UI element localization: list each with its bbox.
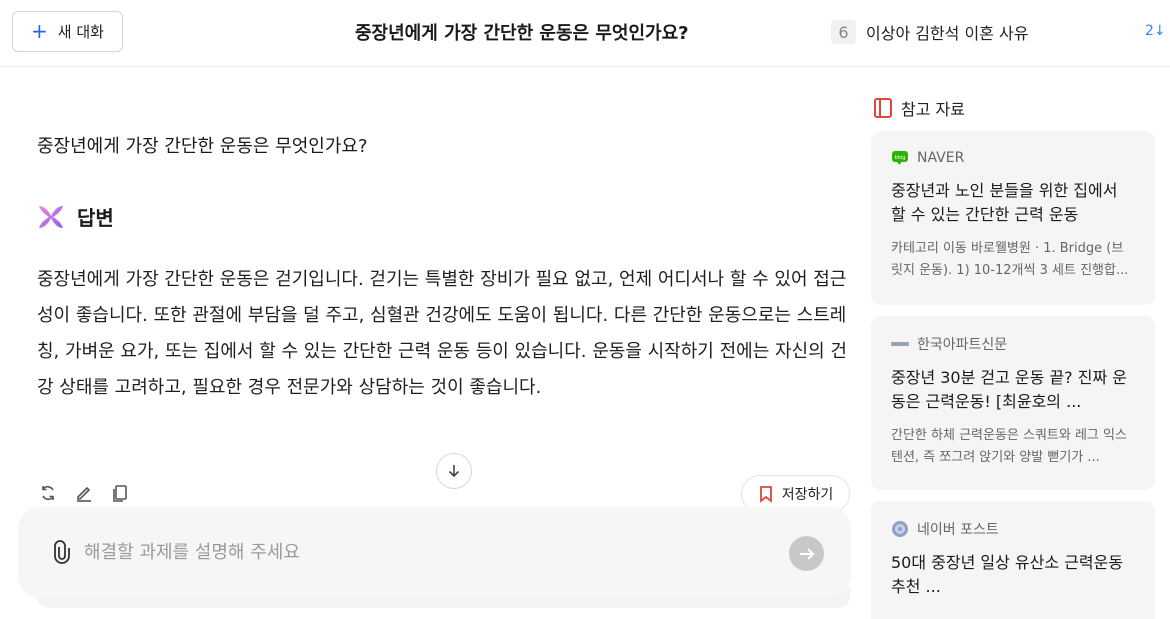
trending-keyword[interactable]: 6 이상아 김한석 이혼 사유 — [831, 20, 1028, 44]
page-title: 중장년에게 가장 간단한 운동은 무엇인가요? — [355, 23, 689, 44]
save-label: 저장하기 — [781, 487, 834, 503]
reference-source: 네이버 포스트 — [917, 522, 999, 538]
reference-title: 중장년 30분 걷고 운동 끝? 진짜 운동은 근력운동! [최윤호의 ... — [891, 368, 1128, 411]
attach-icon[interactable] — [52, 540, 72, 564]
send-button[interactable] — [789, 536, 824, 571]
plus-icon: + — [31, 18, 48, 43]
trending-change: 2↓ — [1145, 23, 1166, 39]
user-question: 중장년에게 가장 간단한 운동은 무엇인가요? — [37, 136, 368, 157]
reference-desc: 카테고리 이동 바로웰병원 · 1. Bridge (브릿지 운동). 1) 1… — [891, 241, 1129, 278]
reference-source: NAVER — [917, 150, 965, 166]
new-chat-label: 새 대화 — [57, 23, 104, 41]
references-header: 참고 자료 — [873, 96, 965, 120]
newspaper-logo-icon — [891, 335, 909, 353]
reference-title: 중장년과 노인 분들을 위한 집에서 할 수 있는 간단한 근력 운동 — [891, 181, 1118, 224]
reference-card[interactable]: 한국아파트신문 중장년 30분 걷고 운동 끝? 진짜 운동은 근력운동! [최… — [871, 316, 1155, 490]
reference-card[interactable]: blog NAVER 중장년과 노인 분들을 위한 집에서 할 수 있는 간단한… — [871, 131, 1155, 305]
reference-source: 한국아파트신문 — [917, 337, 1008, 353]
arrow-right-icon — [799, 547, 814, 560]
chat-input[interactable] — [84, 538, 764, 566]
new-chat-button[interactable]: + 새 대화 — [12, 11, 123, 52]
reference-card[interactable]: 네이버 포스트 50대 중장년 일상 유산소 근력운동 추천 ... — [871, 501, 1155, 619]
bookmark-icon — [759, 486, 772, 503]
naver-blog-icon: blog — [891, 149, 909, 167]
reference-desc: 간단한 하체 근력운동은 스쿼트와 레그 익스텐션, 즉 쪼그려 앉기와 양발 … — [891, 428, 1127, 465]
top-bar: + 새 대화 중장년에게 가장 간단한 운동은 무엇인가요? 6 이상아 김한석… — [0, 0, 1170, 67]
trending-text: 이상아 김한석 이혼 사유 — [866, 24, 1029, 43]
answer-header: 답변 — [37, 202, 114, 231]
copy-icon[interactable] — [109, 482, 131, 504]
references-title: 참고 자료 — [901, 100, 965, 119]
regenerate-icon[interactable] — [37, 482, 59, 504]
answer-title: 답변 — [77, 206, 114, 230]
svg-text:blog: blog — [895, 155, 906, 161]
globe-icon — [891, 520, 909, 538]
arrow-down-icon — [448, 465, 460, 478]
answer-actions — [37, 482, 131, 504]
trending-rank: 6 — [831, 20, 856, 44]
assistant-logo-icon — [39, 205, 63, 228]
scroll-down-button[interactable] — [436, 453, 472, 489]
book-icon — [874, 98, 892, 118]
answer-text: 중장년에게 가장 간단한 운동은 걷기입니다. 걷기는 특별한 장비가 필요 없… — [37, 269, 847, 398]
edit-icon[interactable] — [73, 482, 95, 504]
reference-title: 50대 중장년 일상 유산소 근력운동 추천 ... — [891, 553, 1124, 596]
